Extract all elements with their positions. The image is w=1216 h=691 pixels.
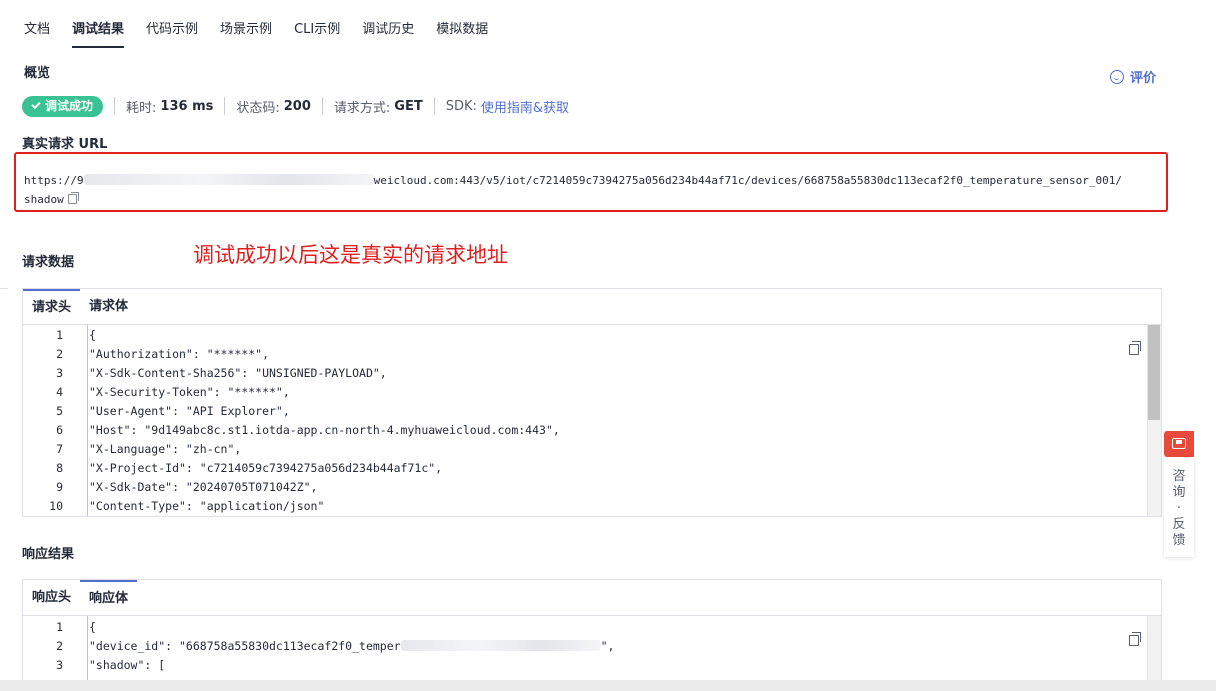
tab-cli-sample[interactable]: CLI示例 (294, 18, 340, 48)
rate-button[interactable]: 评价 (1110, 67, 1156, 86)
divider (321, 97, 323, 115)
request-data-title: 请求数据 (22, 255, 75, 270)
tab-code-sample[interactable]: 代码示例 (146, 18, 198, 48)
redacted-blur (83, 174, 374, 185)
url-prefix: https://9 (24, 174, 84, 187)
page-right-gutter (1178, 0, 1216, 691)
code-line: 7 "X-Language": "zh-cn", (56, 442, 242, 456)
tab-response-headers[interactable]: 响应头 (23, 580, 80, 615)
gutter-divider (87, 616, 88, 680)
real-url-highlight-box: https://9 weicloud.com:443/v5/iot/c721405… (14, 152, 1168, 212)
copy-icon[interactable] (67, 192, 79, 204)
code-line: 3 "shadow": [ (56, 658, 166, 672)
tab-request-body[interactable]: 请求体 (80, 289, 137, 324)
code-line: 10 "Content-Type": "application/json" (49, 499, 325, 513)
feedback-label: 咨询·反馈 (1172, 469, 1186, 548)
code-line: 1{ (56, 620, 96, 634)
response-code-card: 响应头 响应体 1{ 2 "device_id": "668758a55830dc… (22, 579, 1162, 680)
method-label: 请求方式: (333, 100, 391, 116)
tab-docs[interactable]: 文档 (24, 18, 50, 48)
code-line: 3 "X-Sdk-Content-Sha256": "UNSIGNED-PAYLO… (56, 366, 387, 380)
vertical-scrollbar[interactable] (1147, 616, 1161, 680)
divider (433, 97, 435, 115)
code-line: 4 "X-Security-Token": "******", (56, 385, 290, 399)
overview-title: 概览 (24, 66, 51, 81)
code-line: 9 "X-Sdk-Date": "20240705T071042Z", (56, 480, 318, 494)
copy-icon[interactable] (1129, 632, 1141, 646)
sdk-guide-link[interactable]: 使用指南&获取 (481, 97, 569, 116)
vertical-scrollbar[interactable] (1147, 325, 1161, 516)
tab-request-headers[interactable]: 请求头 (23, 289, 81, 324)
request-tabs: 请求头 请求体 (23, 289, 1161, 325)
request-code-card: 请求头 请求体 1{ 2 "Authorization": "******", 3… (22, 288, 1162, 517)
redacted-blur (400, 640, 601, 651)
left-edge-marker (0, 288, 8, 289)
status-code-value: 200 (283, 98, 311, 114)
request-code-editor[interactable]: 1{ 2 "Authorization": "******", 3 "X-Sdk-C… (23, 325, 1161, 516)
response-tabs: 响应头 响应体 (23, 580, 1161, 616)
code-line: 8 "X-Project-Id": "c7214059c7394275a056d2… (56, 461, 443, 475)
url-last: shadow (24, 193, 64, 206)
tab-mock-data[interactable]: 模拟数据 (436, 18, 488, 48)
status-summary: 调试成功 耗时: 136 ms 状态码: 200 请求方式: GET SDK: … (22, 95, 569, 117)
time-label: 耗时: (126, 100, 157, 116)
response-title: 响应结果 (22, 547, 75, 562)
divider (224, 97, 226, 115)
feedback-panel[interactable]: 咨询·反馈 (1164, 457, 1194, 557)
tab-scenario-sample[interactable]: 场景示例 (220, 18, 272, 48)
response-code-editor[interactable]: 1{ 2 "device_id": "668758a55830dc113ecaf2… (23, 616, 1161, 680)
real-url-title: 真实请求 URL (22, 137, 108, 152)
smiley-icon (1110, 70, 1124, 84)
debug-result-panel: 文档 调试结果 代码示例 场景示例 CLI示例 调试历史 模拟数据 概览 评价 … (0, 0, 1178, 680)
status-code-label: 状态码: (236, 100, 280, 116)
tab-debug-result[interactable]: 调试结果 (72, 18, 125, 48)
code-line: 1{ (56, 328, 96, 342)
method-value: GET (394, 98, 423, 114)
tab-response-body[interactable]: 响应体 (80, 580, 138, 615)
code-line: 2 "device_id": "668758a55830dc113ecaf2f0_… (56, 639, 615, 653)
rate-label: 评价 (1130, 71, 1157, 86)
feedback-button[interactable] (1164, 431, 1194, 457)
gutter-divider (87, 325, 88, 516)
time-value: 136 ms (160, 98, 214, 114)
message-icon (1172, 438, 1186, 449)
check-icon (31, 99, 41, 110)
code-line: 6 "Host": "9d149abc8c.st1.iotda-app.cn-no… (56, 423, 560, 437)
top-tabs: 文档 调试结果 代码示例 场景示例 CLI示例 调试历史 模拟数据 (24, 18, 510, 48)
sdk-label: SDK: (445, 98, 477, 114)
tab-debug-history[interactable]: 调试历史 (362, 18, 414, 48)
copy-icon[interactable] (1129, 341, 1141, 355)
page-bottom-bar (0, 680, 1216, 691)
divider (114, 97, 116, 115)
real-url-text[interactable]: https://9 weicloud.com:443/v5/iot/c721405… (24, 171, 1164, 209)
code-line: 2 "Authorization": "******", (56, 347, 270, 361)
annotation-text: 调试成功以后这是真实的请求地址 (193, 243, 508, 267)
status-badge-label: 调试成功 (45, 98, 94, 113)
status-badge: 调试成功 (22, 95, 104, 117)
code-line: 5 "User-Agent": "API Explorer", (56, 404, 290, 418)
scrollbar-thumb[interactable] (1148, 325, 1160, 420)
url-suffix: weicloud.com:443/v5/iot/c7214059c7394275… (373, 174, 1122, 187)
